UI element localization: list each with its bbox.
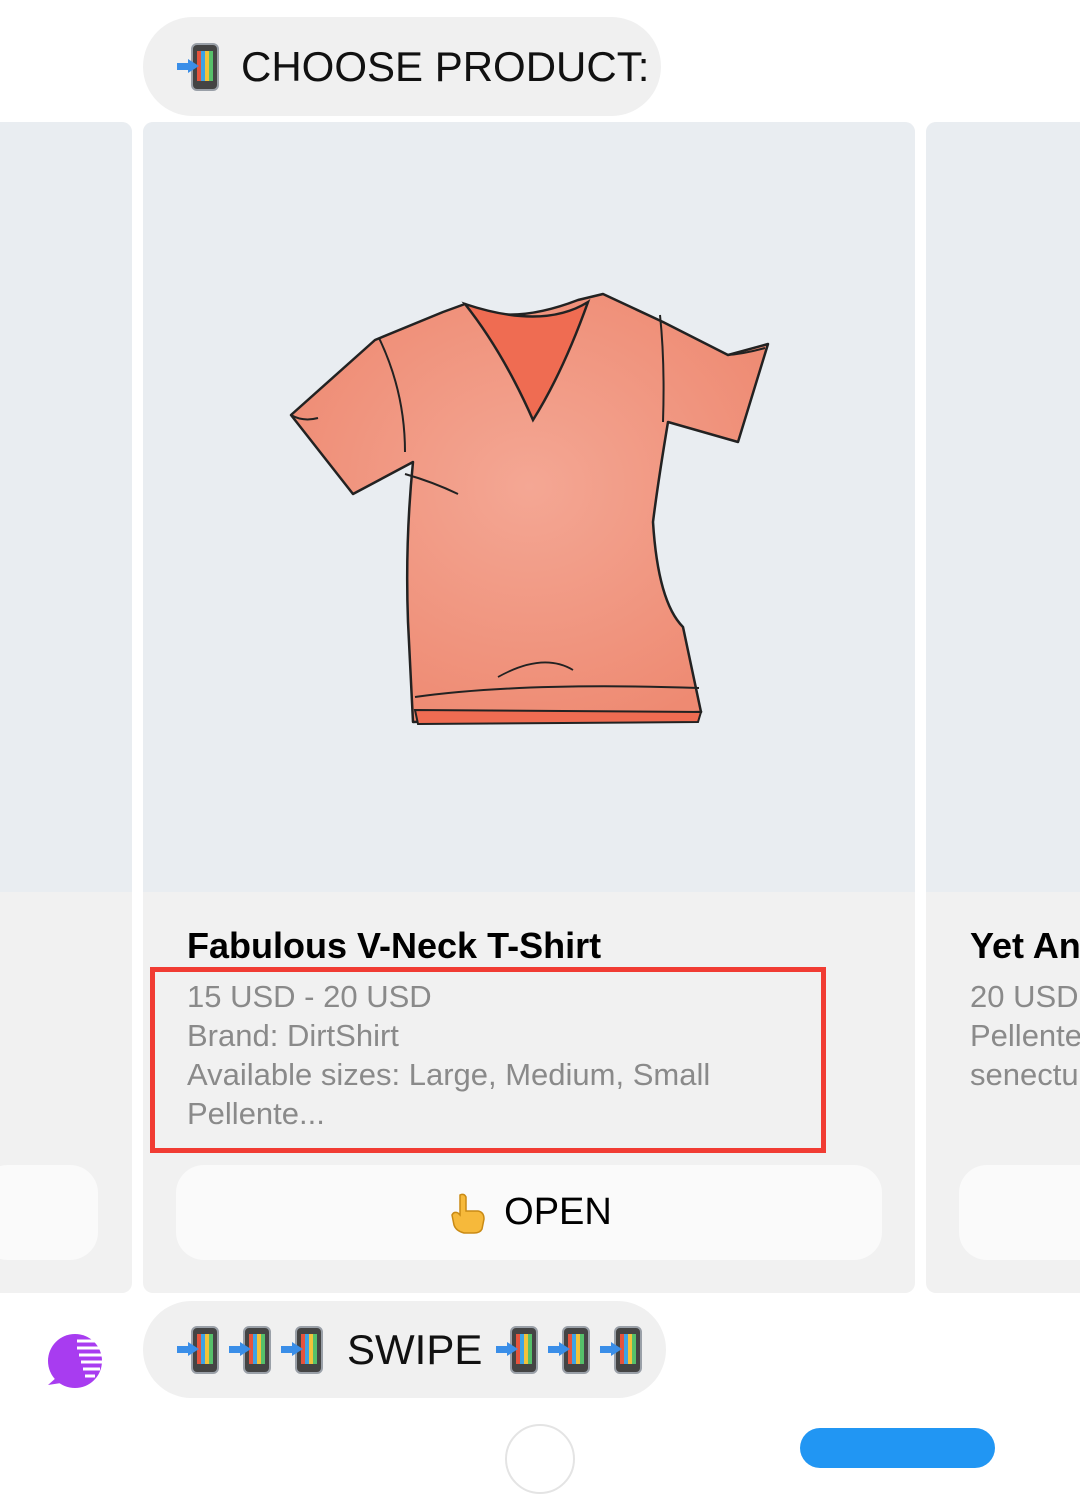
mobile-phone-with-arrow-icon [496,1324,542,1376]
product-image-previous [0,122,132,892]
open-button[interactable]: OPEN [176,1165,882,1260]
mobile-phone-with-arrow-icon [548,1324,594,1376]
mobile-phone-with-arrow-icon [177,41,223,93]
choose-product-label: CHOOSE PRODUCT: [241,42,650,90]
choose-product-message: CHOOSE PRODUCT: [143,17,661,116]
swipe-message: SWIPE [143,1301,666,1398]
pointing-hand-icon [446,1191,490,1235]
mobile-phone-with-arrow-icon [229,1324,275,1376]
product-card-previous[interactable] [0,122,132,1293]
product-card-next[interactable]: Yet An 20 USD Pellente senectu [926,122,1080,1293]
quick-reply-button[interactable] [800,1428,995,1468]
open-button-next[interactable] [959,1165,1080,1260]
mobile-phone-with-arrow-icon [281,1324,327,1376]
swipe-label: SWIPE [347,1325,483,1373]
product-price-next: 20 USD [970,979,1079,1014]
chat-bot-avatar-icon [48,1334,103,1388]
product-title-next: Yet An [970,925,1080,966]
quick-reply-circle[interactable] [505,1424,575,1494]
product-image [143,122,915,892]
mobile-phone-with-arrow-icon [177,1324,223,1376]
mobile-phone-with-arrow-icon [600,1324,646,1376]
product-title: Fabulous V-Neck T-Shirt [187,925,602,966]
product-line2-next: Pellente [970,1018,1080,1053]
open-button-label: OPEN [504,1191,612,1233]
product-line3-next: senectu [970,1057,1079,1092]
open-button-previous[interactable] [0,1165,98,1260]
highlight-annotation-box [150,967,826,1153]
v-neck-tshirt-image [289,292,770,726]
product-image-next [926,122,1080,892]
product-details-next: 20 USD Pellente senectu [970,977,1080,1094]
